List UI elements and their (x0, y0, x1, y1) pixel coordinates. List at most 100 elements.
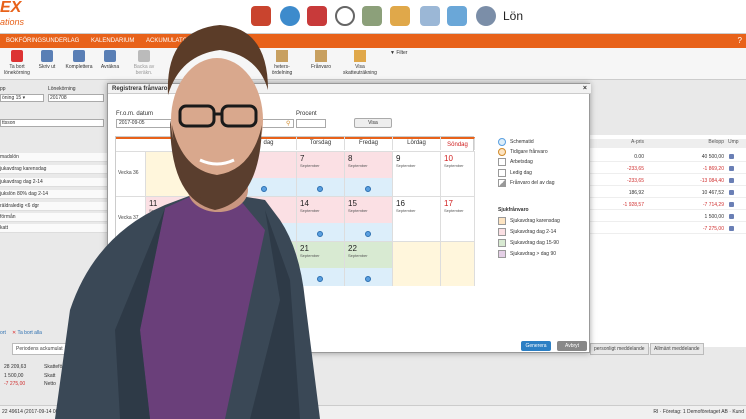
col-ump: Ump (728, 139, 739, 145)
day-number: 10 (444, 154, 453, 163)
print-icon (41, 50, 53, 62)
day-cell[interactable]: 17 September (441, 196, 475, 241)
day-cell[interactable]: 7 September (297, 151, 345, 196)
day-number: 14 (300, 199, 309, 208)
run-field[interactable]: 201708 (48, 94, 104, 102)
day-month: September (348, 253, 368, 258)
table-row[interactable]: -233,65 -1 869,20 (588, 164, 746, 174)
filter-button[interactable]: ▼ Filter (390, 50, 407, 56)
table-row[interactable]: 186,92 10 467,52 (588, 188, 746, 198)
remove-all-link[interactable]: ✕ Ta bort alla (12, 330, 42, 336)
day-cell[interactable]: 10 September (441, 151, 475, 196)
edit-icon[interactable] (729, 214, 734, 219)
group-select[interactable]: öning 15 ▾ (0, 94, 44, 102)
legend-sick-title: Sjukfrånvaro (498, 207, 529, 213)
edit-icon[interactable] (729, 178, 734, 183)
table-row[interactable]: -1 928,57 -7 714,29 (588, 200, 746, 210)
summary-label: Skatt (44, 373, 56, 379)
edit-icon[interactable] (729, 202, 734, 207)
day-cell[interactable]: 3 September (241, 196, 297, 241)
percent-field[interactable] (296, 119, 326, 128)
filter-label: Filter (396, 50, 408, 56)
day-number: 16 (396, 199, 405, 208)
close-icon[interactable]: × (583, 84, 587, 94)
clock-icon[interactable] (335, 6, 355, 26)
day-month: September (444, 208, 464, 213)
day-cell[interactable] (241, 241, 297, 286)
day-cell[interactable]: 9 September (393, 151, 441, 196)
show-tax-button[interactable]: Visa skatteuträkning (338, 50, 382, 76)
day-cell[interactable] (146, 241, 193, 286)
globe-icon[interactable] (280, 6, 300, 26)
day-cell[interactable] (193, 151, 240, 196)
settle-label: Avräkna (100, 64, 120, 70)
col-apris: A-pris (630, 139, 644, 145)
table-row[interactable]: -233,65 -13 084,40 (588, 176, 746, 186)
calendar-icon[interactable] (307, 6, 327, 26)
list-item[interactable]: jukslön 80% dag 2-14 (0, 190, 108, 199)
table-row[interactable]: -7 275,00 (588, 224, 746, 234)
list-item[interactable]: jukavdrag karensdag (0, 165, 108, 174)
money-icon[interactable] (362, 6, 382, 26)
day-cell[interactable]: 14 September (297, 196, 345, 241)
cancel-button[interactable]: Avbryt (557, 341, 587, 351)
legend-label: Sjukavdrag karensdag (510, 218, 560, 224)
legend-label: Sjukavdrag > dag 90 (510, 251, 557, 257)
undo-calc-button[interactable]: Backa av beräkn. (127, 50, 161, 76)
print-button[interactable]: Skriv ut (30, 50, 64, 70)
list-item[interactable]: katt (0, 224, 108, 233)
document-icon[interactable] (420, 6, 440, 26)
menu-item-ackumulator[interactable]: ACKUMULATOR (146, 34, 191, 48)
day-cell[interactable]: 22 September (345, 241, 393, 286)
edit-icon[interactable] (729, 166, 734, 171)
day-cell[interactable] (393, 241, 441, 286)
day-cell[interactable] (441, 241, 475, 286)
list-item[interactable]: madslön (0, 153, 108, 162)
legend-schematid: Schematid (498, 138, 534, 146)
day-cell[interactable]: 8 September (345, 151, 393, 196)
cell-apris: -1 928,57 (622, 202, 644, 208)
generate-button[interactable]: Generera (521, 341, 551, 351)
tab-periodens[interactable]: Periodens ackumulat (12, 343, 67, 355)
settle-button[interactable]: Avräkna (93, 50, 127, 70)
employee-field[interactable]: ttsson (0, 119, 104, 127)
day-cell[interactable] (146, 151, 193, 196)
from-date-field[interactable]: 2017-09-05 (116, 119, 294, 128)
menu-item-kalendarium[interactable]: KALENDARIUM (91, 34, 134, 48)
gear-icon[interactable] (476, 6, 496, 26)
distribution-button[interactable]: heters- ördelning (262, 50, 302, 76)
day-cell[interactable]: 21 September (297, 241, 345, 286)
day-cell[interactable] (193, 196, 240, 241)
help-icon[interactable]: ? (738, 34, 742, 48)
day-number: 8 (348, 154, 353, 163)
tab-allmant[interactable]: Allmänt meddelande (650, 343, 704, 355)
edit-icon[interactable] (729, 226, 734, 231)
delete-run-button[interactable]: Ta bort lönekörning (0, 50, 34, 76)
day-cell[interactable] (241, 151, 297, 196)
presentation-icon[interactable] (447, 6, 467, 26)
edit-icon[interactable] (729, 154, 734, 159)
list-item[interactable]: förmån (0, 213, 108, 222)
absence-button[interactable]: Frånvaro (306, 50, 336, 70)
day-cell[interactable] (193, 241, 240, 286)
tab-personligt[interactable]: personligt meddelande (590, 343, 649, 355)
show-button[interactable]: Visa (354, 118, 392, 128)
search-icon[interactable]: ⚲ (286, 120, 290, 127)
schedule-swatch-icon (498, 138, 506, 146)
toolbar: Ta bort lönekörning Skriv ut Komplettera… (0, 48, 746, 80)
list-item[interactable]: räldraledig <6 dgr (0, 202, 108, 211)
home-icon[interactable] (251, 6, 271, 26)
users-icon[interactable] (390, 6, 410, 26)
table-row[interactable]: 1 500,00 (588, 212, 746, 222)
complete-button[interactable]: Komplettera (62, 50, 96, 70)
sort-link[interactable]: ort (0, 330, 6, 336)
day-cell[interactable]: 11 September (146, 196, 193, 241)
col-header-sondag: Söndag (441, 137, 475, 150)
day-cell[interactable]: 16 September (393, 196, 441, 241)
list-item[interactable]: jukavdrag dag 2-14 (0, 178, 108, 187)
cell-apris: 186,92 (628, 190, 644, 196)
edit-icon[interactable] (729, 190, 734, 195)
table-row[interactable]: 0.00 40 500,00 (588, 152, 746, 162)
day-cell[interactable]: 15 September (345, 196, 393, 241)
menu-item-bokforing[interactable]: BOKFÖRINGSUNDERLAG (6, 34, 79, 48)
